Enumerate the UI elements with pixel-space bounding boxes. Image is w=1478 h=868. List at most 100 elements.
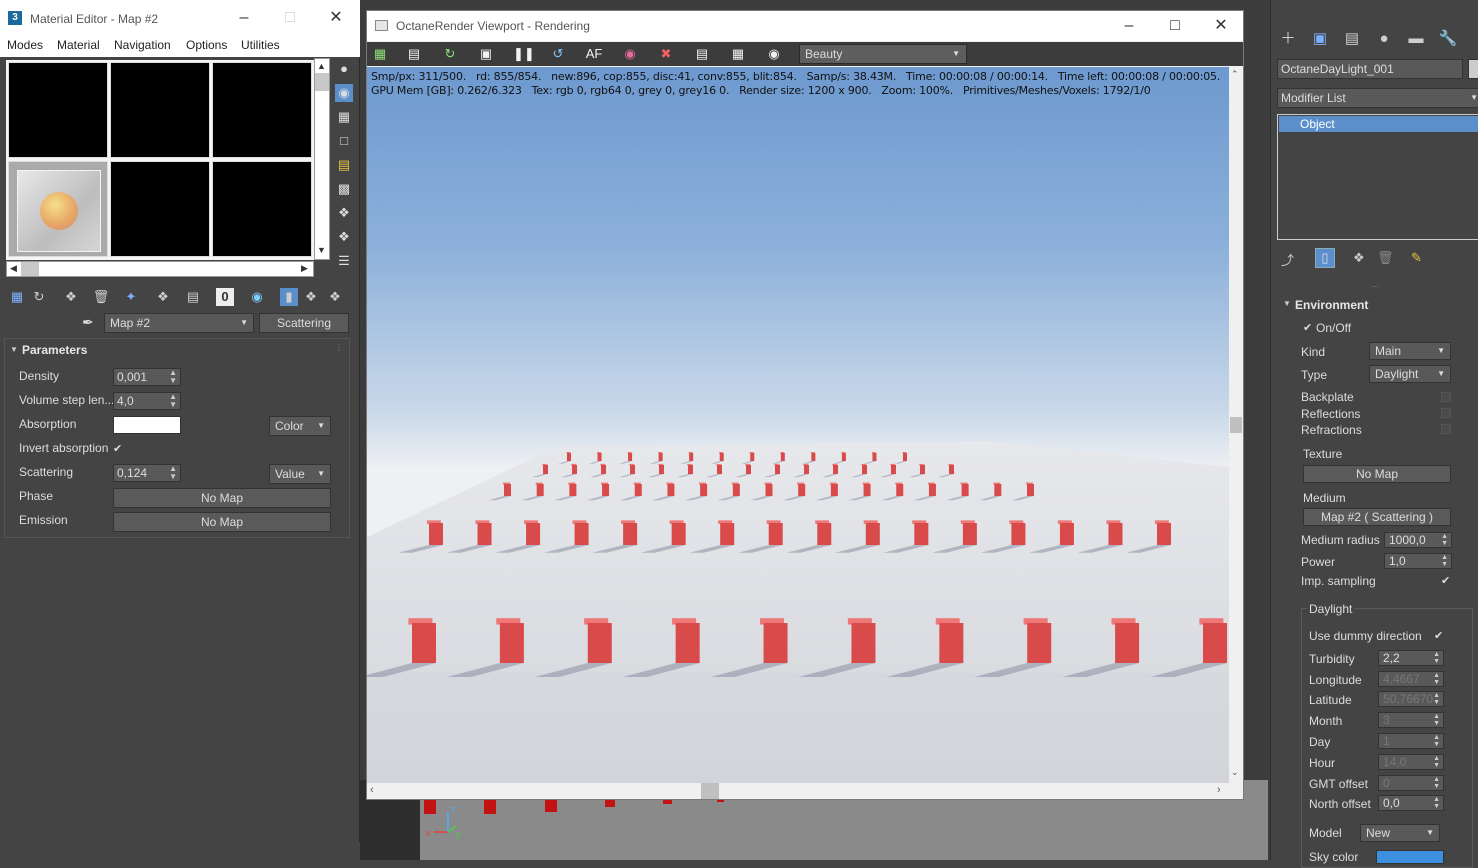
make-unique-icon[interactable]: ❖ [1353, 250, 1365, 266]
collapse-arrow-icon[interactable]: ▼ [1283, 299, 1291, 308]
scroll-left-icon[interactable]: ◀ [10, 263, 17, 274]
month-spinner[interactable]: 3 ▲ ▼ [1378, 712, 1444, 728]
scroll-up-icon[interactable]: ▲ [317, 61, 326, 71]
scattering-mode-dropdown[interactable]: Value ▼ [269, 464, 331, 484]
refresh-icon[interactable]: ↺ [549, 45, 567, 63]
spinner-arrows-icon[interactable]: ▲ ▼ [1441, 554, 1448, 568]
region-render-icon[interactable]: ✖ [657, 45, 675, 63]
menu-options[interactable]: Options [186, 38, 227, 52]
backlight-icon[interactable]: ◉ [335, 84, 353, 102]
spinner-arrows-icon[interactable]: ▲ ▼ [169, 369, 177, 385]
copy-material-icon[interactable]: ✦ [122, 288, 140, 306]
octane-titlebar[interactable]: OctaneRender Viewport - Rendering – □ ✕ [367, 11, 1243, 41]
environment-rollout-title[interactable]: Environment [1295, 298, 1368, 312]
stack-item-object[interactable]: Object [1279, 116, 1478, 132]
go-forward-sibling-icon[interactable]: ❖ [326, 288, 344, 306]
video-color-check-icon[interactable]: ▤ [335, 156, 353, 174]
invert-absorption-checkbox[interactable]: ✔ [113, 443, 125, 455]
sample-slot[interactable] [110, 161, 210, 257]
longitude-spinner[interactable]: 4,4667 ▲ ▼ [1378, 671, 1444, 687]
sample-slot[interactable] [212, 161, 312, 257]
maximize-button[interactable]: □ [1165, 16, 1185, 36]
options-icon[interactable]: ❖ [335, 204, 353, 222]
scroll-down-icon[interactable]: ▼ [317, 245, 326, 255]
scroll-thumb[interactable] [1230, 417, 1242, 433]
reset-map-icon[interactable]: 🗑 [92, 288, 110, 306]
spinner-arrows-icon[interactable]: ▲ ▼ [1433, 755, 1440, 769]
slots-horizontal-scrollbar[interactable]: ◀ ▶ [6, 261, 314, 277]
north-offset-spinner[interactable]: 0,0 ▲ ▼ [1378, 795, 1444, 811]
sample-slot-active[interactable] [8, 161, 108, 257]
scroll-left-icon[interactable]: ‹ [370, 784, 374, 796]
backplate-checkbox[interactable] [1441, 392, 1451, 402]
display-tab-icon[interactable]: ▬ [1405, 28, 1427, 50]
spinner-arrows-icon[interactable]: ▲ ▼ [1433, 672, 1440, 686]
menu-material[interactable]: Material [57, 38, 100, 52]
spinner-arrows-icon[interactable]: ▲ ▼ [169, 465, 177, 481]
eyedropper-icon[interactable]: ✒ [82, 314, 94, 331]
menu-navigation[interactable]: Navigation [114, 38, 171, 52]
close-button[interactable]: ✕ [326, 8, 346, 28]
color-picker-icon[interactable]: ◉ [621, 45, 639, 63]
density-spinner[interactable]: 0,001 ▲ ▼ [113, 368, 181, 386]
modifier-list-dropdown[interactable]: Modifier List ▼ [1277, 88, 1478, 108]
spinner-arrows-icon[interactable]: ▲ ▼ [1433, 796, 1440, 810]
pause-icon[interactable]: ❚❚ [513, 45, 535, 63]
medium-map-button[interactable]: Map #2 ( Scattering ) [1303, 508, 1451, 526]
show-end-result-icon[interactable]: ▮ [280, 288, 298, 306]
hour-spinner[interactable]: 14,0 ▲ ▼ [1378, 754, 1444, 770]
scroll-thumb[interactable] [701, 783, 719, 799]
render-horizontal-scrollbar[interactable]: ‹ › [367, 783, 1229, 799]
slots-vertical-scrollbar[interactable]: ▲ ▼ [314, 58, 330, 260]
utilities-tab-icon[interactable]: 🔧 [1437, 28, 1459, 50]
configure-modifier-sets-icon[interactable]: ✎ [1411, 250, 1422, 266]
put-to-scene-icon[interactable]: ↻ [30, 288, 48, 306]
autofocus-icon[interactable]: AF [585, 45, 603, 63]
imp-sampling-checkbox[interactable]: ✔ [1441, 575, 1453, 587]
material-editor-titlebar[interactable]: 3 Material Editor - Map #2 – □ ✕ [0, 0, 360, 37]
scroll-right-icon[interactable]: ▶ [301, 263, 308, 274]
minimize-button[interactable]: – [1119, 16, 1139, 36]
sample-type-sphere-icon[interactable]: ● [335, 60, 353, 78]
material-map-navigator-icon[interactable]: ☰ [335, 252, 353, 270]
copy-render-icon[interactable]: ▤ [405, 45, 423, 63]
show-end-result-icon[interactable]: ▯ [1315, 248, 1335, 268]
go-to-parent-icon[interactable]: ❖ [302, 288, 320, 306]
assign-to-selection-icon[interactable]: ❖ [62, 288, 80, 306]
remove-modifier-icon[interactable]: 🗑 [1377, 250, 1394, 266]
render-vertical-scrollbar[interactable]: ⌃ ⌄ [1229, 67, 1243, 783]
phase-map-button[interactable]: No Map [113, 488, 331, 508]
collapse-arrow-icon[interactable]: ▼ [10, 345, 18, 354]
background-checker-icon[interactable]: ▦ [335, 108, 353, 126]
menu-utilities[interactable]: Utilities [241, 38, 280, 52]
make-unique-icon[interactable]: ❖ [154, 288, 172, 306]
emission-map-button[interactable]: No Map [113, 512, 331, 532]
spinner-arrows-icon[interactable]: ▲ ▼ [169, 393, 177, 409]
render-pass-dropdown[interactable]: Beauty ▼ [799, 44, 967, 64]
model-dropdown[interactable]: New ▼ [1360, 824, 1440, 842]
scroll-right-icon[interactable]: › [1217, 784, 1221, 796]
motion-tab-icon[interactable]: ● [1373, 28, 1395, 50]
film-region-icon[interactable]: ▦ [729, 45, 747, 63]
create-tab-icon[interactable]: ＋ [1277, 28, 1299, 50]
material-id-channel-icon[interactable]: 0 [216, 288, 234, 306]
menu-modes[interactable]: Modes [7, 38, 43, 52]
scattering-spinner[interactable]: 0,124 ▲ ▼ [113, 464, 181, 482]
sky-color-swatch[interactable] [1376, 850, 1444, 864]
restart-render-icon[interactable]: ↻ [441, 45, 459, 63]
save-render-icon[interactable]: ▦ [371, 45, 389, 63]
sample-slot[interactable] [212, 62, 312, 158]
gmt-offset-spinner[interactable]: 0 ▲ ▼ [1378, 775, 1444, 791]
spinner-arrows-icon[interactable]: ▲ ▼ [1433, 692, 1440, 706]
onoff-checkbox[interactable]: ✔ [1303, 322, 1315, 334]
scroll-down-icon[interactable]: ⌄ [1231, 767, 1239, 778]
spinner-arrows-icon[interactable]: ▲ ▼ [1433, 776, 1440, 790]
put-to-library-icon[interactable]: ▤ [184, 288, 202, 306]
modify-tab-icon[interactable]: ▣ [1309, 28, 1331, 50]
close-button[interactable]: ✕ [1211, 16, 1231, 36]
texture-map-button[interactable]: No Map [1303, 465, 1451, 483]
medium-radius-spinner[interactable]: 1000,0 ▲ ▼ [1384, 532, 1452, 548]
object-name-field[interactable]: OctaneDayLight_001 [1277, 59, 1463, 79]
spinner-arrows-icon[interactable]: ▲ ▼ [1441, 533, 1448, 547]
display-settings-icon[interactable]: ▤ [693, 45, 711, 63]
